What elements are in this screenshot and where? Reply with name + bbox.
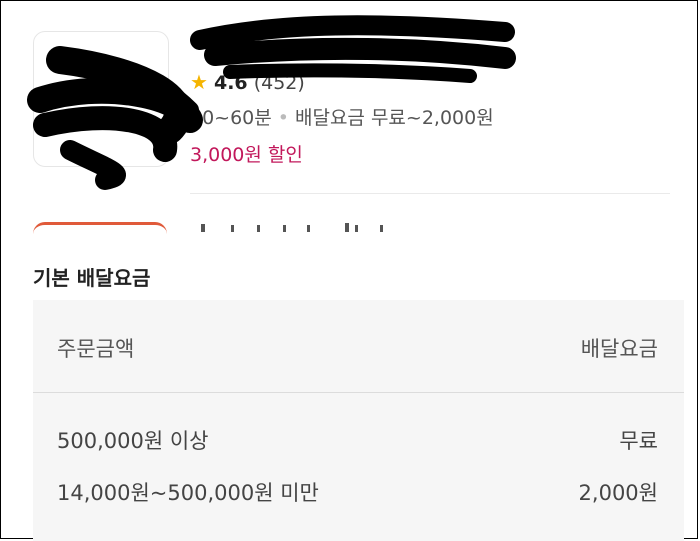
next-store-title-clipped [201, 223, 383, 232]
rating-value: 4.6 [213, 72, 248, 94]
header-delivery-fee: 배달요금 [580, 337, 658, 361]
review-count: (452) [253, 72, 305, 94]
row-fee: 2,000원 [578, 481, 658, 505]
separator-dot: • [277, 107, 289, 129]
store-logo [84, 82, 128, 122]
row-fee: 무료 [619, 429, 658, 453]
divider [190, 193, 670, 194]
section-title: 기본 배달요금 [33, 266, 151, 290]
table-row: 14,000원~500,000원 미만 2,000원 [33, 477, 684, 507]
header-order-amount: 주문금액 [57, 337, 135, 361]
delivery-info: 30~60분 • 배달요금 무료~2,000원 [190, 106, 494, 130]
discount-label: 3,000원 할인 [190, 144, 303, 166]
row-condition: 500,000원 이상 [57, 429, 209, 453]
table-divider [33, 392, 684, 393]
star-icon: ★ [190, 70, 208, 94]
delivery-fee-range: 배달요금 무료~2,000원 [294, 107, 494, 129]
delivery-time: 30~60분 [190, 107, 272, 129]
row-condition: 14,000원~500,000원 미만 [57, 481, 319, 505]
table-header: 주문금액 배달요금 [33, 300, 684, 392]
next-store-thumbnail-edge[interactable] [33, 222, 167, 235]
delivery-fee-table: 주문금액 배달요금 500,000원 이상 무료 14,000원~500,000… [33, 300, 684, 541]
store-thumbnail[interactable] [33, 31, 169, 167]
store-rating: ★ 4.6 (452) [190, 70, 305, 95]
table-row: 500,000원 이상 무료 [33, 425, 684, 455]
